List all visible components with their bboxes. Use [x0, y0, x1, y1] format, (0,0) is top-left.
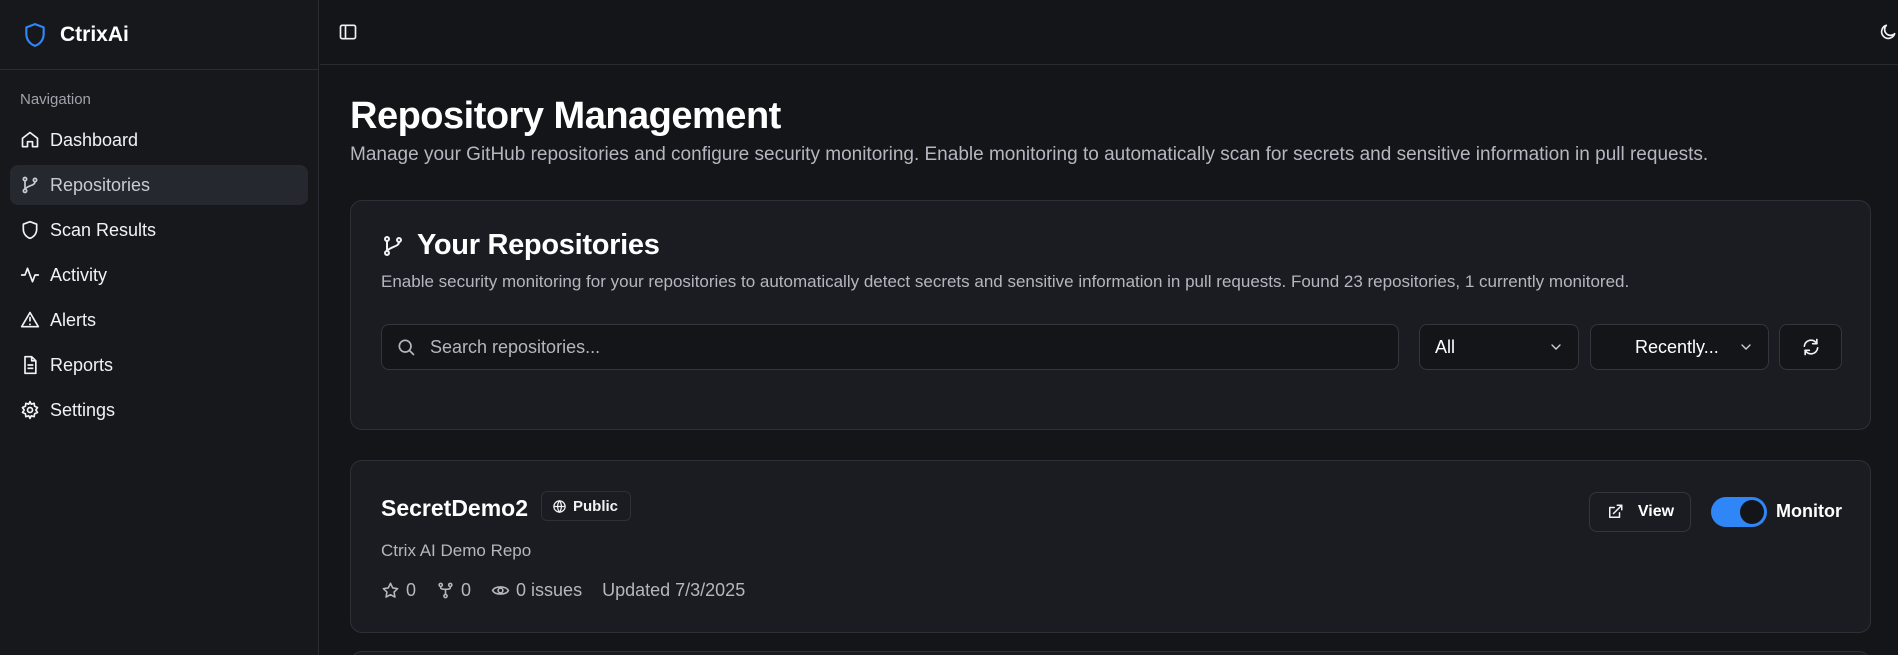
stars-count: 0 — [406, 580, 417, 600]
repo-description: Ctrix AI Demo Repo — [381, 541, 532, 560]
sidebar-item-reports[interactable]: Reports — [10, 345, 308, 385]
sidebar: CtrixAi Navigation Dashboard Repositorie… — [0, 0, 319, 655]
card-title-text: Your Repositories — [417, 229, 660, 261]
sidebar-item-label: Repositories — [50, 174, 151, 195]
git-branch-icon — [384, 235, 402, 256]
sidebar-item-scan-results[interactable]: Scan Results — [10, 210, 308, 250]
visibility-badge: Public — [541, 491, 632, 521]
sort-select[interactable]: Recently... — [1590, 324, 1769, 370]
repository-card: SecretDemo2 Public Ctrix AI Demo Repo 0 … — [350, 460, 1871, 633]
main-content: Repository Management Manage your GitHub… — [350, 65, 1871, 655]
star-icon — [382, 582, 399, 598]
top-bar — [320, 0, 1898, 65]
external-link-icon — [1608, 504, 1623, 518]
sort-value: Recently... — [1635, 336, 1719, 357]
sidebar-item-repositories[interactable]: Repositories — [10, 165, 308, 205]
card-description: Enable security monitoring for your repo… — [381, 272, 1630, 291]
repo-name[interactable]: SecretDemo2 — [381, 495, 528, 522]
sidebar-item-alerts[interactable]: Alerts — [10, 300, 308, 340]
chevron-down-icon — [1741, 344, 1751, 350]
search-box[interactable] — [381, 324, 1399, 370]
sidebar-item-label: Reports — [50, 354, 114, 375]
gear-icon — [20, 400, 40, 420]
sidebar-toggle-icon[interactable] — [338, 22, 358, 42]
app-name: CtrixAi — [60, 22, 129, 46]
search-icon — [398, 339, 415, 356]
activity-icon — [20, 265, 40, 285]
forks-stat: 0 — [436, 580, 471, 601]
toggle-knob — [1740, 500, 1764, 524]
brand[interactable]: CtrixAi — [0, 0, 318, 70]
sidebar-item-label: Activity — [50, 264, 108, 285]
fork-icon — [438, 582, 453, 599]
sidebar-item-label: Scan Results — [50, 219, 157, 240]
chevron-down-icon — [1551, 344, 1561, 350]
moon-icon[interactable] — [1878, 22, 1898, 42]
page-title: Repository Management — [350, 95, 781, 137]
card-title: Your Repositories — [381, 229, 660, 262]
monitor-toggle[interactable] — [1711, 497, 1767, 527]
repository-card-next — [350, 651, 1871, 655]
sidebar-item-activity[interactable]: Activity — [10, 255, 308, 295]
forks-count: 0 — [461, 580, 472, 600]
alert-triangle-icon — [20, 310, 40, 330]
sidebar-item-label: Settings — [50, 399, 116, 420]
stars-stat: 0 — [381, 580, 416, 601]
visibility-label: Public — [573, 497, 619, 515]
view-label: View — [1637, 503, 1675, 520]
filter-value: All — [1435, 336, 1456, 357]
refresh-icon — [1803, 338, 1818, 356]
repo-stats: 0 0 0 issues Updated 7/3/2025 — [381, 580, 765, 601]
file-text-icon — [20, 355, 40, 375]
sidebar-item-label: Dashboard — [50, 129, 139, 150]
sidebar-item-settings[interactable]: Settings — [10, 390, 308, 430]
visibility-filter-select[interactable]: All — [1419, 324, 1579, 370]
home-icon — [20, 130, 40, 150]
issues-count: 0 issues — [516, 580, 583, 600]
view-button[interactable]: View — [1589, 492, 1691, 532]
git-branch-icon — [20, 175, 40, 195]
nav-section-title: Navigation — [20, 91, 91, 108]
sidebar-item-label: Alerts — [50, 309, 97, 330]
monitor-label: Monitor — [1776, 501, 1842, 521]
updated-date: Updated 7/3/2025 — [602, 580, 746, 600]
eye-icon — [491, 586, 510, 595]
sidebar-item-dashboard[interactable]: Dashboard — [10, 120, 308, 160]
shield-icon — [20, 220, 40, 240]
refresh-button[interactable] — [1779, 324, 1842, 370]
shield-logo-icon — [25, 22, 45, 47]
search-input[interactable] — [430, 336, 1330, 358]
issues-stat: 0 issues — [491, 580, 582, 601]
page-subtitle: Manage your GitHub repositories and conf… — [350, 144, 1709, 165]
repositories-card: Your Repositories Enable security monito… — [350, 200, 1871, 430]
globe-icon — [553, 499, 566, 513]
